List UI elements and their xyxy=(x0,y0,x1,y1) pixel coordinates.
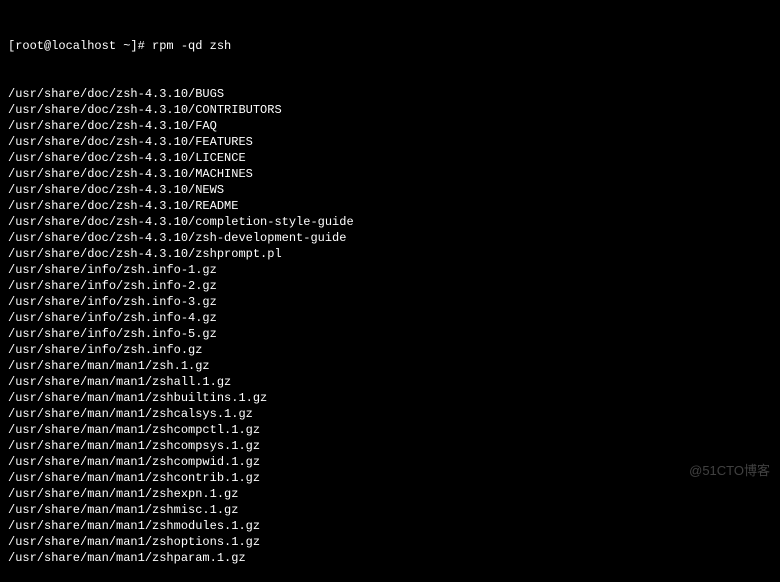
output-line: /usr/share/doc/zsh-4.3.10/LICENCE xyxy=(8,150,772,166)
output-line: /usr/share/man/man1/zshall.1.gz xyxy=(8,374,772,390)
output-line: /usr/share/man/man1/zshmodules.1.gz xyxy=(8,518,772,534)
output-container: /usr/share/doc/zsh-4.3.10/BUGS/usr/share… xyxy=(8,86,772,566)
output-line: /usr/share/doc/zsh-4.3.10/MACHINES xyxy=(8,166,772,182)
output-line: /usr/share/man/man1/zshoptions.1.gz xyxy=(8,534,772,550)
output-line: /usr/share/info/zsh.info-3.gz xyxy=(8,294,772,310)
output-line: /usr/share/man/man1/zsh.1.gz xyxy=(8,358,772,374)
output-line: /usr/share/doc/zsh-4.3.10/BUGS xyxy=(8,86,772,102)
command-text: rpm -qd zsh xyxy=(152,38,231,54)
output-line: /usr/share/doc/zsh-4.3.10/CONTRIBUTORS xyxy=(8,102,772,118)
output-line: /usr/share/man/man1/zshexpn.1.gz xyxy=(8,486,772,502)
output-line: /usr/share/doc/zsh-4.3.10/FAQ xyxy=(8,118,772,134)
watermark-text: @51CTO博客 xyxy=(689,463,770,479)
output-line: /usr/share/info/zsh.info-1.gz xyxy=(8,262,772,278)
output-line: /usr/share/doc/zsh-4.3.10/zsh-developmen… xyxy=(8,230,772,246)
output-line: /usr/share/info/zsh.info-2.gz xyxy=(8,278,772,294)
output-line: /usr/share/doc/zsh-4.3.10/completion-sty… xyxy=(8,214,772,230)
output-line: /usr/share/info/zsh.info.gz xyxy=(8,342,772,358)
output-line: /usr/share/man/man1/zshbuiltins.1.gz xyxy=(8,390,772,406)
output-line: /usr/share/man/man1/zshcalsys.1.gz xyxy=(8,406,772,422)
output-line: /usr/share/info/zsh.info-5.gz xyxy=(8,326,772,342)
output-line: /usr/share/man/man1/zshcompctl.1.gz xyxy=(8,422,772,438)
output-line: /usr/share/man/man1/zshcompwid.1.gz xyxy=(8,454,772,470)
output-line: /usr/share/doc/zsh-4.3.10/zshprompt.pl xyxy=(8,246,772,262)
shell-prompt: [root@localhost ~]# xyxy=(8,38,152,54)
output-line: /usr/share/man/man1/zshcompsys.1.gz xyxy=(8,438,772,454)
output-line: /usr/share/man/man1/zshcontrib.1.gz xyxy=(8,470,772,486)
output-line: /usr/share/doc/zsh-4.3.10/FEATURES xyxy=(8,134,772,150)
command-line: [root@localhost ~]# rpm -qd zsh xyxy=(8,38,772,54)
output-line: /usr/share/info/zsh.info-4.gz xyxy=(8,310,772,326)
output-line: /usr/share/man/man1/zshparam.1.gz xyxy=(8,550,772,566)
output-line: /usr/share/doc/zsh-4.3.10/NEWS xyxy=(8,182,772,198)
output-line: /usr/share/man/man1/zshmisc.1.gz xyxy=(8,502,772,518)
output-line: /usr/share/doc/zsh-4.3.10/README xyxy=(8,198,772,214)
terminal-container[interactable]: [root@localhost ~]# rpm -qd zsh /usr/sha… xyxy=(8,6,772,582)
